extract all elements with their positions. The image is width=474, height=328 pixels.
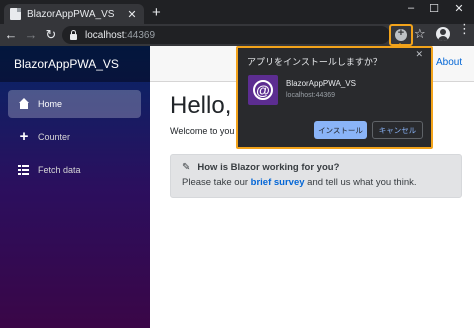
address-bar[interactable]: localhost :44369 [62, 26, 390, 44]
install-app-icon[interactable] [395, 27, 407, 41]
cancel-button[interactable]: キャンセル [372, 121, 423, 139]
alert-title: ✎ How is Blazor working for you? [182, 162, 461, 173]
browser-tab-strip: BlazorAppPWA_VS ✕ + – ☐ ✕ [0, 0, 474, 24]
window-close-icon[interactable]: ✕ [452, 2, 466, 15]
pencil-icon: ✎ [182, 162, 191, 173]
app-brand[interactable]: BlazorAppPWA_VS [0, 46, 150, 82]
close-icon[interactable]: ✕ [415, 49, 423, 60]
install-button[interactable]: インストール [314, 121, 367, 139]
browser-tab[interactable]: BlazorAppPWA_VS ✕ [4, 4, 144, 24]
survey-link[interactable]: brief survey [251, 177, 305, 188]
about-link[interactable]: About [436, 57, 462, 68]
reload-icon[interactable]: ↻ [44, 27, 58, 43]
url-host: localhost [85, 29, 125, 41]
page-icon [10, 8, 21, 20]
forward-icon[interactable]: → [24, 27, 38, 43]
minimize-icon[interactable]: – [404, 2, 418, 14]
app-host: localhost:44369 [286, 92, 336, 99]
back-icon[interactable]: ← [4, 27, 18, 43]
app-name: BlazorAppPWA_VS [286, 79, 356, 88]
new-tab-button[interactable]: + [152, 5, 161, 21]
sidebar-item-label: Fetch data [38, 165, 81, 175]
dialog-title: アプリをインストールしますか？ [247, 57, 382, 67]
blazor-app-icon: @ [248, 75, 278, 105]
plus-icon: + [19, 128, 29, 145]
page-title: Hello, [170, 92, 232, 119]
sidebar: BlazorAppPWA_VS Home + Counter Fetch dat… [0, 46, 150, 328]
sidebar-item-fetch-data[interactable]: Fetch data [8, 156, 141, 184]
sidebar-item-home[interactable]: Home [8, 90, 141, 118]
welcome-text: Welcome to you [170, 126, 235, 136]
sidebar-item-label: Home [38, 99, 63, 109]
lock-icon[interactable] [70, 29, 77, 40]
sidebar-item-label: Counter [38, 132, 71, 142]
bookmark-star-icon[interactable]: ☆ [414, 26, 426, 42]
alert-text-before: Please take our [182, 177, 251, 188]
tab-title: BlazorAppPWA_VS [27, 8, 115, 20]
close-icon[interactable]: ✕ [126, 8, 138, 21]
sidebar-item-counter[interactable]: + Counter [8, 123, 141, 151]
alert-text: Please take our brief survey and tell us… [182, 177, 461, 188]
url-port: :44369 [124, 29, 156, 41]
install-app-dialog: アプリをインストールしますか？ ✕ @ BlazorAppPWA_VS loca… [236, 46, 433, 149]
app-icon-glyph: @ [256, 82, 270, 98]
more-menu-icon[interactable]: ⋮ [458, 22, 471, 35]
profile-avatar-icon[interactable] [436, 27, 450, 41]
alert-title-text: How is Blazor working for you? [197, 162, 340, 173]
home-icon [18, 98, 30, 110]
alert-text-after: and tell us what you think. [304, 177, 417, 188]
maximize-icon[interactable]: ☐ [427, 2, 441, 15]
survey-alert: ✎ How is Blazor working for you? Please … [170, 154, 462, 198]
list-icon [18, 164, 30, 176]
